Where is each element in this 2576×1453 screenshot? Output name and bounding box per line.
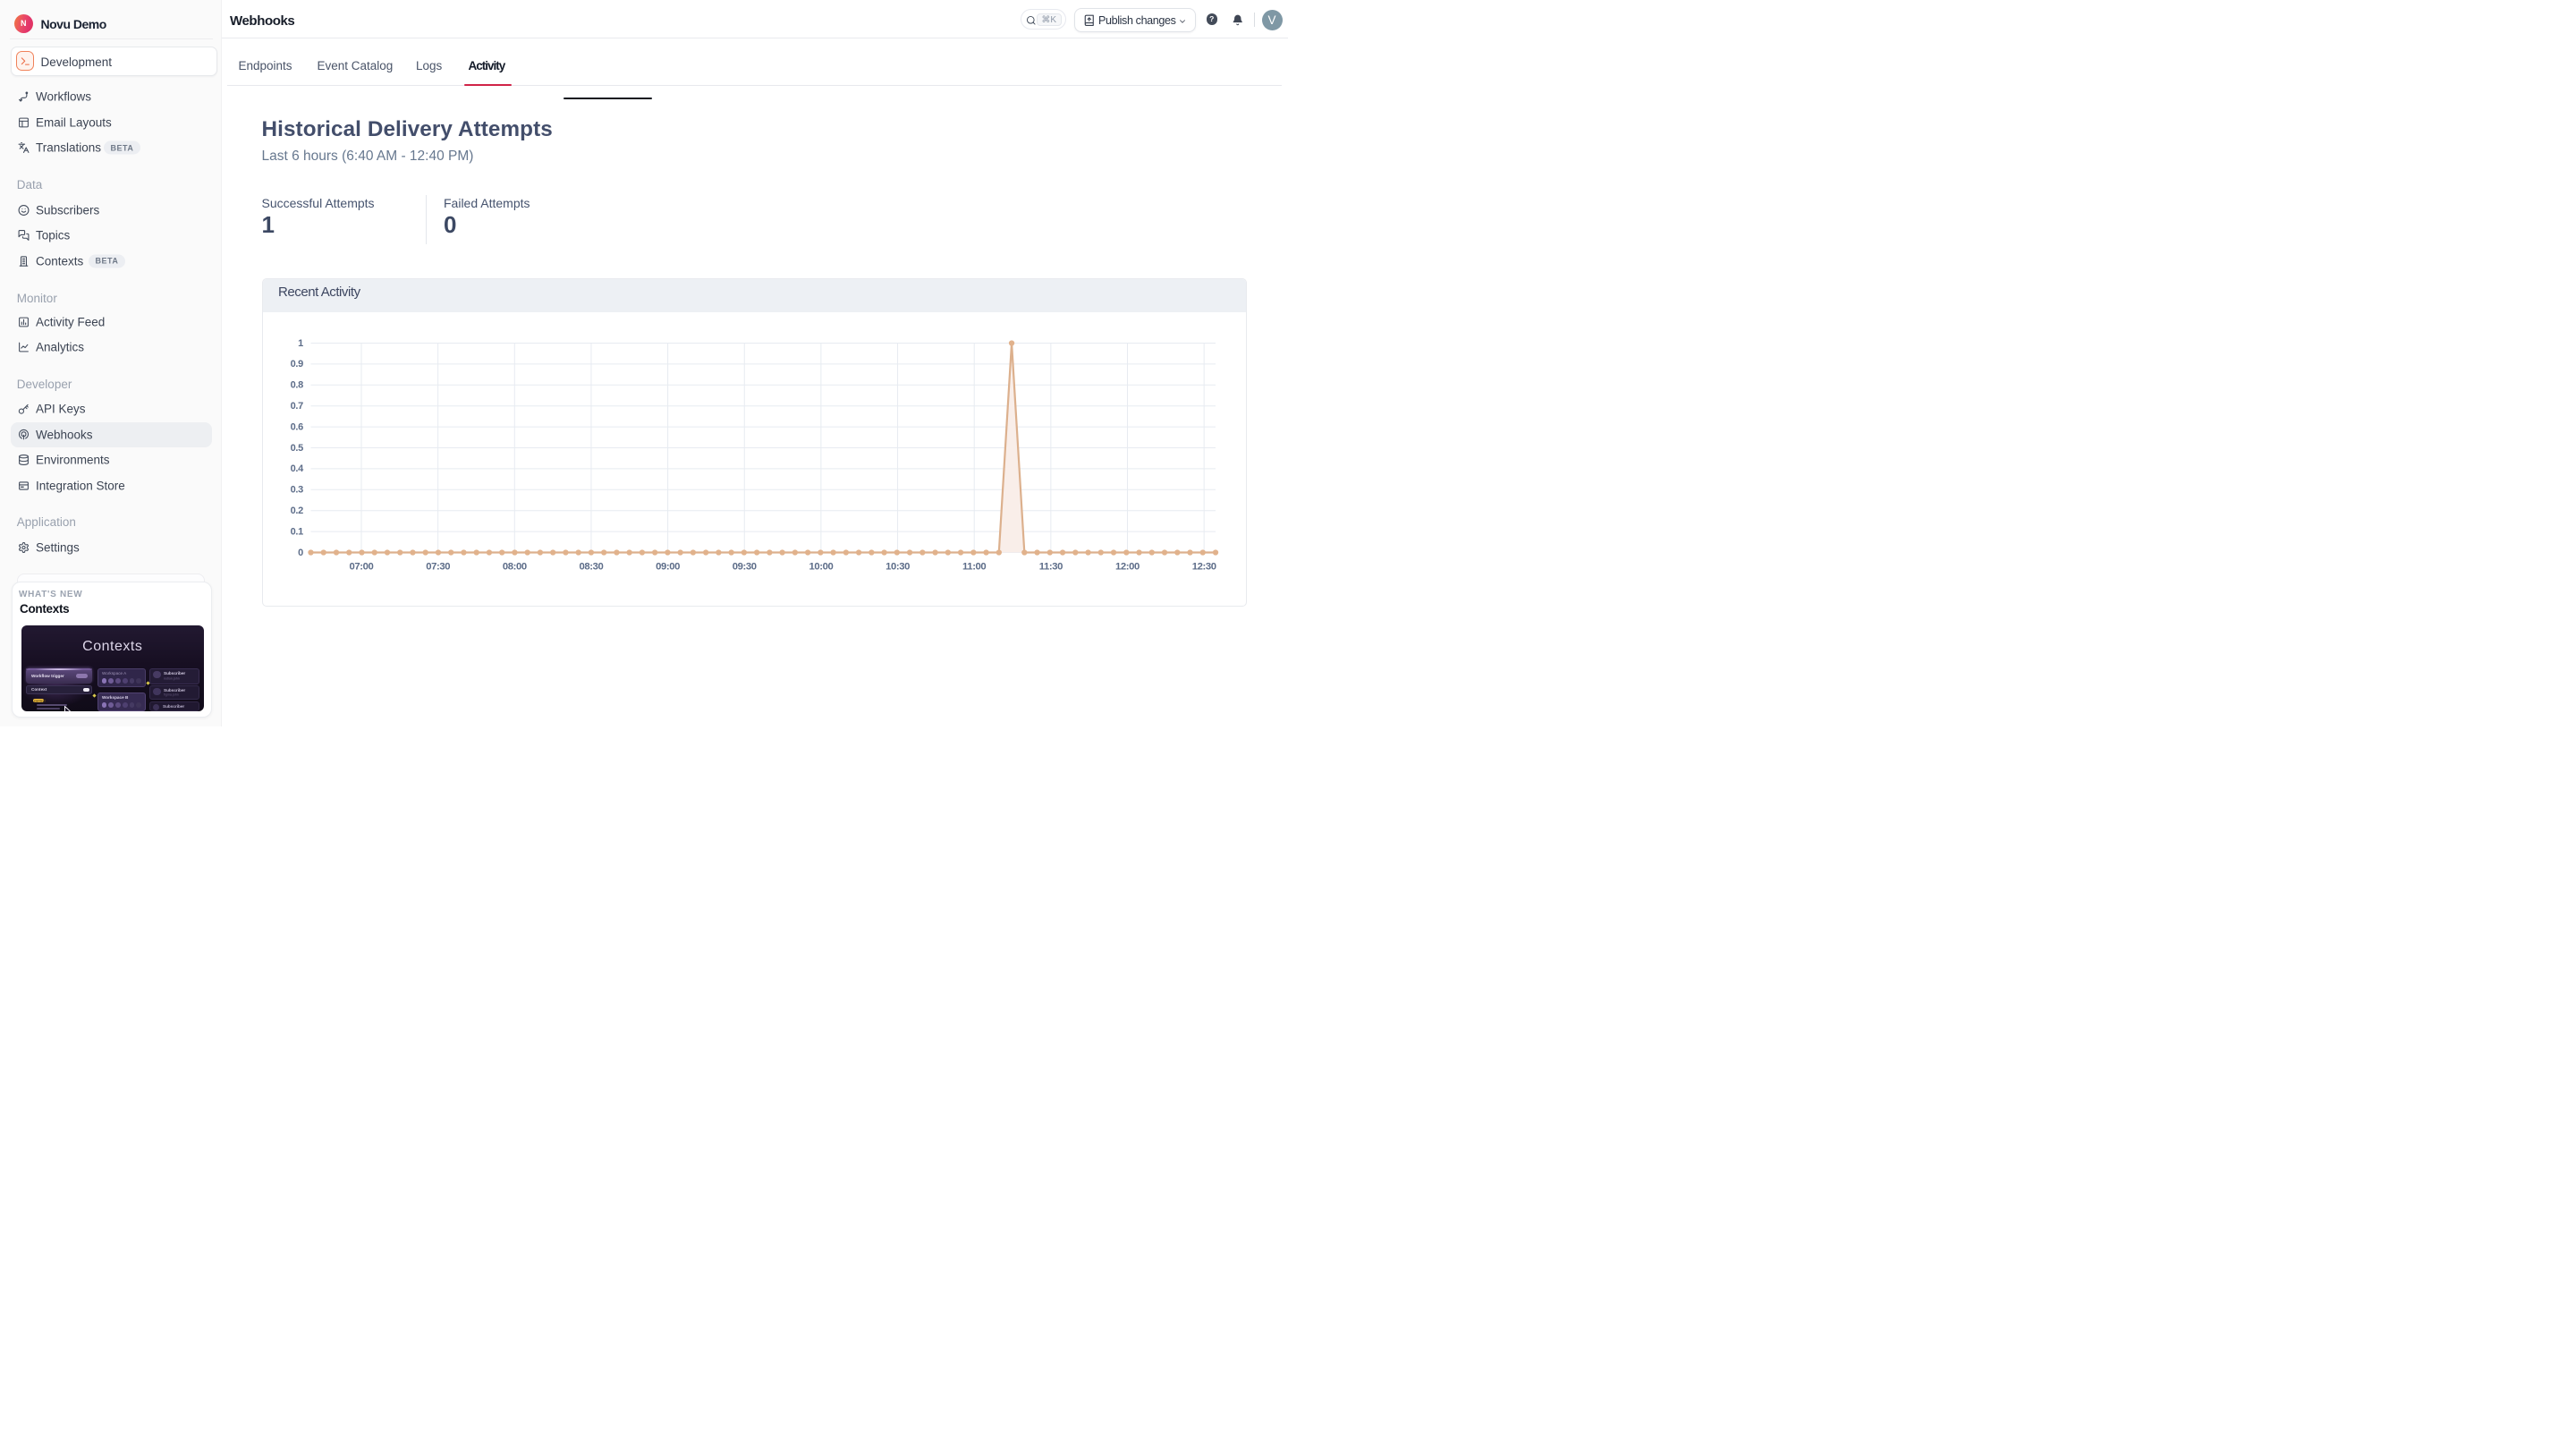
- svg-text:09:30: 09:30: [733, 562, 757, 573]
- svg-text:0.1: 0.1: [291, 526, 304, 537]
- svg-text:0.9: 0.9: [291, 359, 304, 370]
- svg-text:08:30: 08:30: [579, 562, 603, 573]
- svg-text:0.5: 0.5: [291, 443, 304, 454]
- svg-text:0.2: 0.2: [291, 506, 304, 516]
- svg-text:07:30: 07:30: [426, 562, 450, 573]
- svg-text:0.7: 0.7: [291, 401, 304, 412]
- svg-text:10:30: 10:30: [886, 562, 910, 573]
- svg-text:11:00: 11:00: [962, 562, 986, 573]
- svg-text:10:00: 10:00: [809, 562, 833, 573]
- svg-text:0.4: 0.4: [291, 463, 305, 474]
- svg-text:11:30: 11:30: [1039, 562, 1063, 573]
- svg-text:1: 1: [298, 338, 303, 349]
- svg-text:09:00: 09:00: [656, 562, 680, 573]
- svg-text:0.6: 0.6: [291, 421, 304, 432]
- svg-text:0.3: 0.3: [291, 485, 304, 496]
- svg-text:07:00: 07:00: [350, 562, 374, 573]
- svg-text:0.8: 0.8: [291, 380, 304, 391]
- svg-text:12:00: 12:00: [1115, 562, 1140, 573]
- svg-text:0: 0: [298, 548, 303, 558]
- svg-text:12:30: 12:30: [1192, 562, 1216, 573]
- svg-text:08:00: 08:00: [503, 562, 527, 573]
